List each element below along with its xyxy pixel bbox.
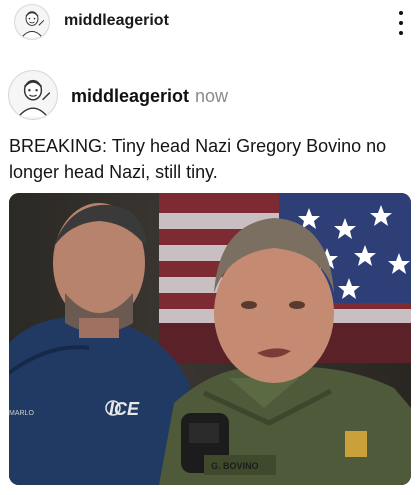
post-text: BREAKING: Tiny head Nazi Gregory Bovino … (9, 136, 387, 182)
top-bar: middleageriot (0, 0, 420, 46)
jacket-logo: ICE (109, 399, 140, 419)
sleeve-text: MARLO (9, 410, 34, 417)
more-options-icon[interactable] (393, 11, 409, 35)
profile-avatar-icon[interactable] (14, 4, 50, 40)
top-username[interactable]: middleageriot (64, 12, 169, 30)
post-author: middleageriot now (71, 86, 228, 107)
name-tape: G. BOVINO (211, 461, 259, 471)
post-timestamp: now (195, 86, 229, 106)
post-photo[interactable]: ICE MARLO G. BOVINO (9, 193, 411, 485)
post-username[interactable]: middleageriot (71, 86, 189, 106)
post-avatar-icon[interactable] (8, 70, 58, 120)
